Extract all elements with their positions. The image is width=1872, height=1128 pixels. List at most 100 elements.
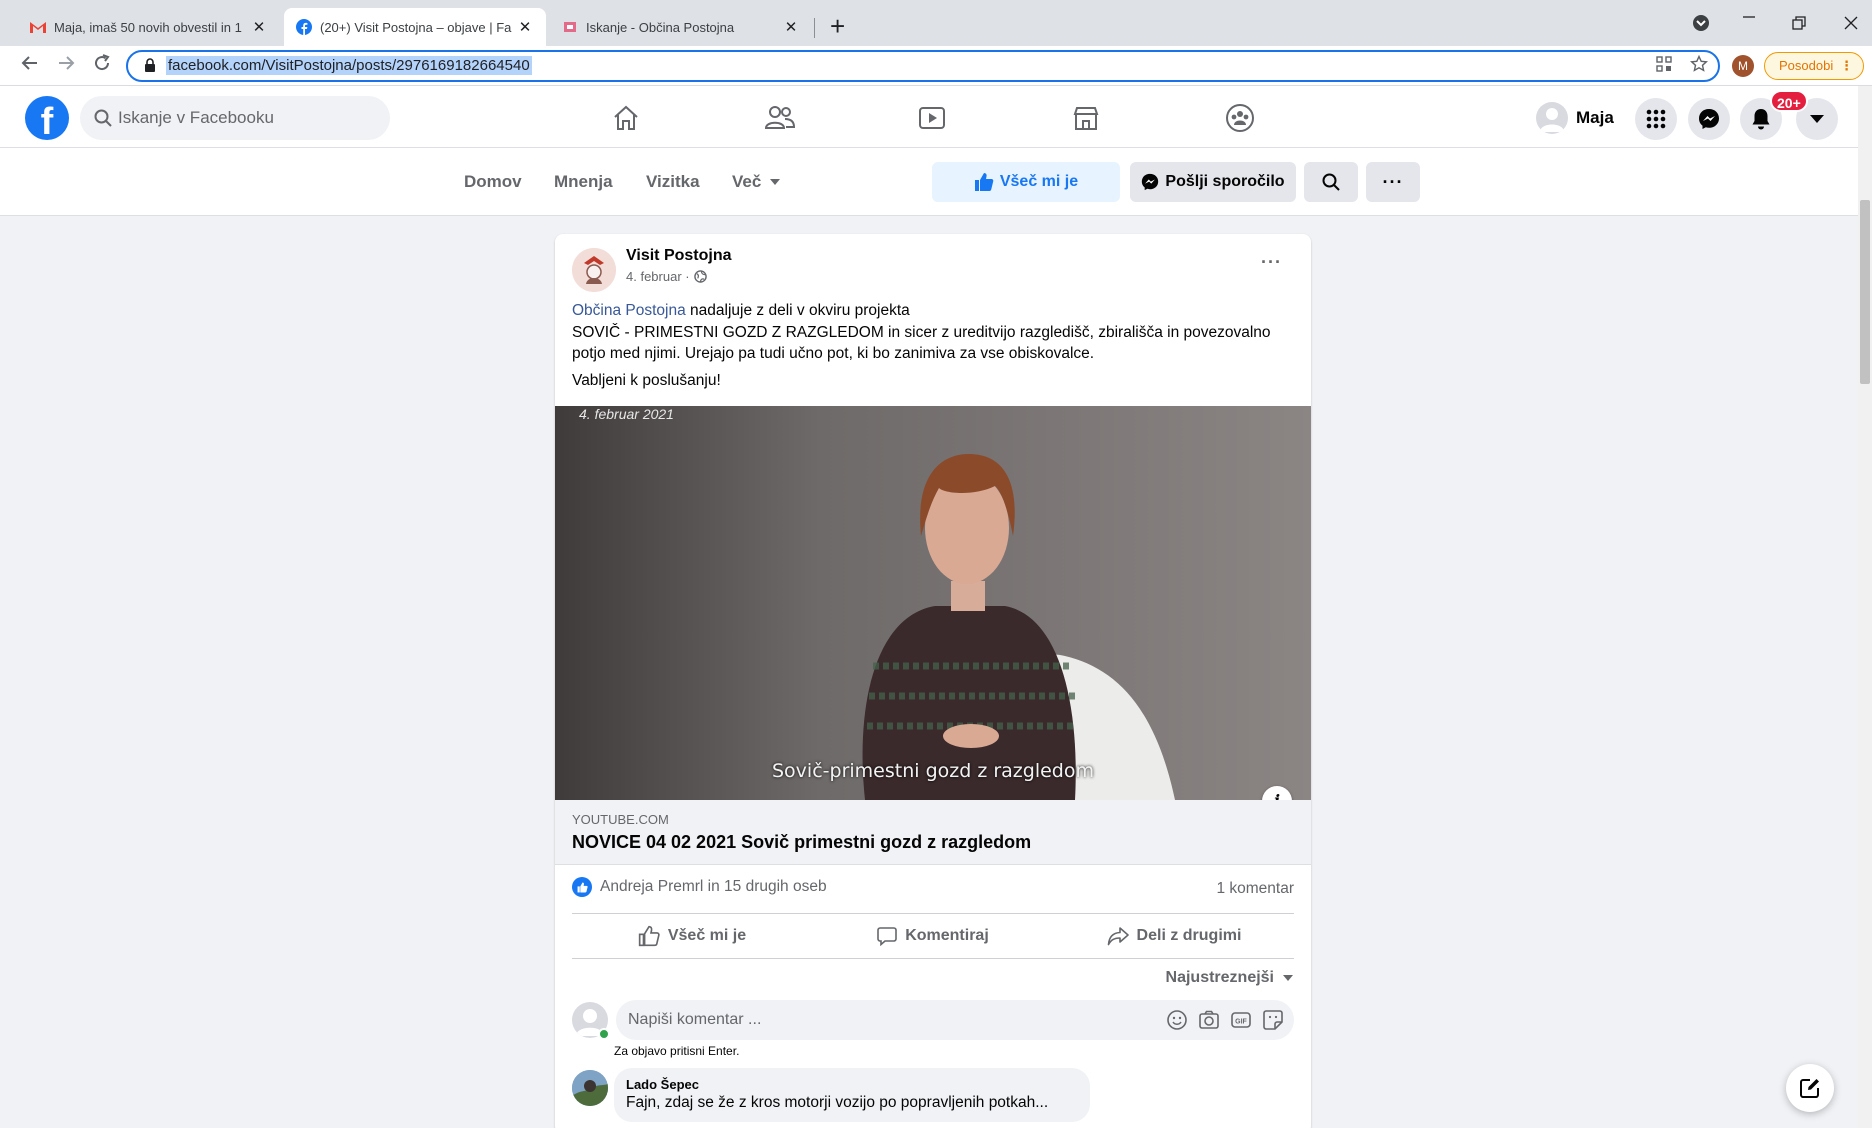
friends-icon[interactable]	[764, 102, 796, 134]
post-actions: Všeč mi je Komentiraj Deli z drugimi	[572, 913, 1294, 959]
window-close-icon[interactable]	[1844, 14, 1858, 35]
update-label: Posodobi	[1779, 58, 1834, 73]
video-subtitle: Sovič-primestni gozd z razgledom	[772, 760, 1094, 782]
thumbs-up-icon	[638, 925, 660, 947]
notification-badge: 20+	[1770, 90, 1808, 112]
comment-text: Fajn, zdaj se že z kros motorji vozijo p…	[626, 1094, 1049, 1111]
thumbs-up-icon	[974, 173, 994, 191]
post-text-line-1: nadaljuje z deli v okviru projekta	[685, 302, 910, 319]
watch-icon[interactable]	[916, 102, 948, 134]
forward-icon[interactable]	[56, 53, 76, 79]
close-icon[interactable]: ✕	[516, 18, 534, 36]
tab-gmail[interactable]: Maja, imaš 50 novih obvestil in 1 ✕	[18, 8, 280, 46]
page-tab-domov[interactable]: Domov	[464, 172, 522, 192]
send-message-button[interactable]: Pošlji sporočilo	[1130, 162, 1296, 202]
page-tab-vizitka[interactable]: Vizitka	[646, 172, 700, 192]
facebook-logo[interactable]: f	[25, 96, 69, 140]
comment-input[interactable]	[628, 1000, 1148, 1040]
tab-separator	[814, 18, 815, 38]
post-date[interactable]: 4. februar ·	[626, 269, 690, 284]
comment-button[interactable]: Komentiraj	[812, 914, 1054, 958]
page-tab-vec-label: Več	[732, 172, 762, 191]
share-label: Deli z drugimi	[1136, 927, 1242, 944]
bookmark-star-icon[interactable]	[1689, 54, 1709, 78]
emoji-icon[interactable]	[1166, 1009, 1188, 1031]
tab-title: (20+) Visit Postojna – objave | Fa	[320, 19, 512, 35]
user-profile-chip[interactable]: Maja	[1536, 100, 1614, 136]
video-frame-image	[555, 406, 1311, 800]
page-tab-vec[interactable]: Več	[732, 172, 781, 192]
comment-icon	[877, 927, 898, 946]
page-like-button[interactable]: Všeč mi je	[932, 162, 1120, 202]
svg-text:GIF: GIF	[1235, 1019, 1247, 1026]
camera-icon[interactable]	[1198, 1009, 1220, 1031]
share-button[interactable]: Deli z drugimi	[1054, 914, 1294, 958]
post-text: Občina Postojna nadaljuje z deli v okvir…	[572, 300, 1302, 365]
reload-icon[interactable]	[92, 53, 112, 79]
comment-sort-dropdown[interactable]: Najustreznejši	[1166, 969, 1294, 987]
groups-icon[interactable]	[1224, 102, 1256, 134]
menu-grid-icon[interactable]	[1635, 98, 1677, 140]
chrome-menu-icon[interactable]: ⋮	[1840, 53, 1853, 79]
new-message-button[interactable]	[1786, 1064, 1834, 1112]
share-icon	[1107, 927, 1129, 946]
post-text-tail: Vabljeni k poslušanju!	[572, 372, 721, 389]
search-input[interactable]	[118, 96, 378, 140]
comment-composer[interactable]: GIF	[616, 1000, 1294, 1040]
close-icon[interactable]: ✕	[250, 18, 268, 36]
close-icon[interactable]: ✕	[782, 18, 800, 36]
page-search-button[interactable]	[1304, 162, 1358, 202]
scrollbar-thumb[interactable]	[1860, 200, 1870, 384]
sticker-icon[interactable]	[1262, 1009, 1284, 1031]
like-button[interactable]: Všeč mi je	[572, 914, 812, 958]
like-label: Všeč mi je	[667, 927, 747, 944]
link-preview[interactable]: YOUTUBE.COM NOVICE 04 02 2021 Sovič prim…	[555, 800, 1311, 865]
qr-code-icon[interactable]	[1656, 56, 1672, 77]
tab-title: Maja, imaš 50 novih obvestil in 1	[54, 19, 242, 35]
comment-author[interactable]: Lado Šepec	[626, 1077, 1078, 1092]
link-domain: YOUTUBE.COM	[572, 812, 669, 827]
tab-facebook[interactable]: (20+) Visit Postojna – objave | Fa ✕	[284, 8, 546, 46]
comment-author-avatar[interactable]	[572, 1070, 608, 1106]
home-icon[interactable]	[610, 102, 642, 134]
new-tab-button[interactable]: +	[830, 11, 845, 41]
link-title[interactable]: NOVICE 04 02 2021 Sovič primestni gozd z…	[572, 832, 1031, 853]
reactions-text: Andreja Premrl in 15 drugih oseb	[600, 878, 827, 895]
comment-label: Komentiraj	[905, 927, 989, 944]
marketplace-icon[interactable]	[1070, 102, 1102, 134]
mention-link[interactable]: Občina Postojna	[572, 302, 686, 319]
restore-icon[interactable]	[1792, 14, 1806, 35]
page-avatar[interactable]	[572, 248, 616, 292]
tab-search-icon[interactable]	[1692, 14, 1710, 37]
back-icon[interactable]	[20, 53, 40, 79]
profile-avatar[interactable]: M	[1732, 55, 1754, 77]
facebook-header: f Maja	[0, 86, 1858, 148]
minimize-icon[interactable]	[1742, 6, 1756, 31]
gif-icon[interactable]: GIF	[1230, 1009, 1252, 1031]
browser-toolbar: facebook.com/VisitPostojna/posts/2976169…	[0, 46, 1872, 86]
caret-down-icon	[770, 179, 781, 185]
facebook-search[interactable]	[80, 96, 390, 140]
url-text[interactable]: facebook.com/VisitPostojna/posts/2976169…	[166, 56, 532, 75]
tab-obcina[interactable]: Iskanje - Občina Postojna ✕	[550, 8, 812, 46]
page-navigation: Domov Mnenja Vizitka Več Všeč mi je Pošl…	[0, 148, 1858, 216]
post-stats: Andreja Premrl in 15 drugih oseb 1 komen…	[572, 877, 1294, 903]
messenger-icon[interactable]	[1688, 98, 1730, 140]
update-button[interactable]: Posodobi ⋮	[1764, 52, 1864, 80]
comment-tools: GIF	[1156, 1009, 1284, 1031]
page-more-button[interactable]: ···	[1366, 162, 1420, 202]
comments-count[interactable]: 1 komentar	[1216, 880, 1294, 898]
address-bar[interactable]: facebook.com/VisitPostojna/posts/2976169…	[126, 50, 1720, 82]
obcina-favicon-icon	[562, 19, 578, 35]
user-name: Maja	[1576, 108, 1614, 127]
reactions-summary[interactable]: Andreja Premrl in 15 drugih oseb	[572, 877, 827, 897]
post-options-button[interactable]: ···	[1261, 252, 1282, 273]
messenger-icon	[1142, 173, 1159, 191]
post-meta: 4. februar ·	[626, 269, 707, 284]
video-thumbnail[interactable]: 4. februar 2021 Sovič-primestni gozd z r…	[555, 406, 1311, 800]
page-tab-mnenja[interactable]: Mnenja	[554, 172, 613, 192]
post-author[interactable]: Visit Postojna	[626, 247, 732, 265]
lock-icon	[145, 58, 155, 72]
post-text-body: SOVIČ - PRIMESTNI GOZD Z RAZGLEDOM in si…	[572, 323, 1271, 363]
search-icon	[1322, 173, 1340, 191]
